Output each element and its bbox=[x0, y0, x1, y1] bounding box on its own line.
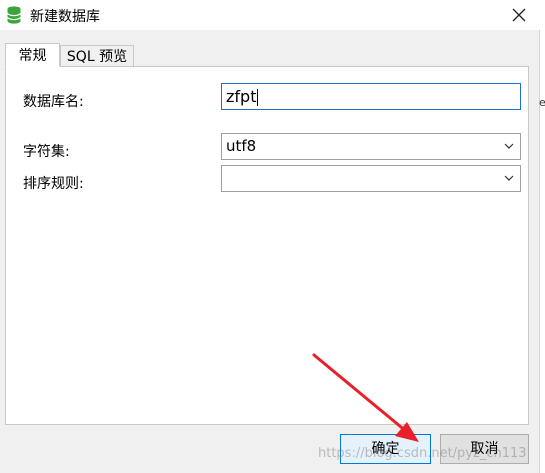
chevron-down-icon bbox=[504, 175, 514, 181]
collation-label: 排序规则: bbox=[23, 176, 84, 192]
collation-select[interactable] bbox=[221, 165, 521, 192]
chevron-down-icon bbox=[504, 143, 514, 149]
title-bar: 新建数据库 bbox=[0, 0, 545, 30]
text-caret bbox=[257, 89, 259, 106]
db-name-input[interactable]: zfpt bbox=[221, 83, 521, 110]
charset-value: utf8 bbox=[226, 137, 257, 155]
charset-label: 字符集: bbox=[23, 144, 70, 160]
db-name-value: zfpt bbox=[226, 87, 257, 106]
window-title: 新建数据库 bbox=[30, 9, 100, 25]
close-icon bbox=[512, 8, 526, 22]
cancel-button[interactable]: 取消 bbox=[440, 434, 529, 464]
general-panel: 数据库名: zfpt 字符集: utf8 排序规则: bbox=[5, 66, 529, 425]
charset-select[interactable]: utf8 bbox=[221, 133, 521, 160]
db-name-label: 数据库名: bbox=[23, 94, 84, 110]
ok-button[interactable]: 确定 bbox=[340, 434, 431, 464]
tab-general[interactable]: 常规 bbox=[5, 43, 60, 67]
close-button[interactable] bbox=[499, 0, 539, 30]
background-window-text: e bbox=[539, 96, 545, 109]
tab-sql-preview[interactable]: SQL 预览 bbox=[60, 45, 134, 67]
database-icon bbox=[7, 6, 21, 24]
